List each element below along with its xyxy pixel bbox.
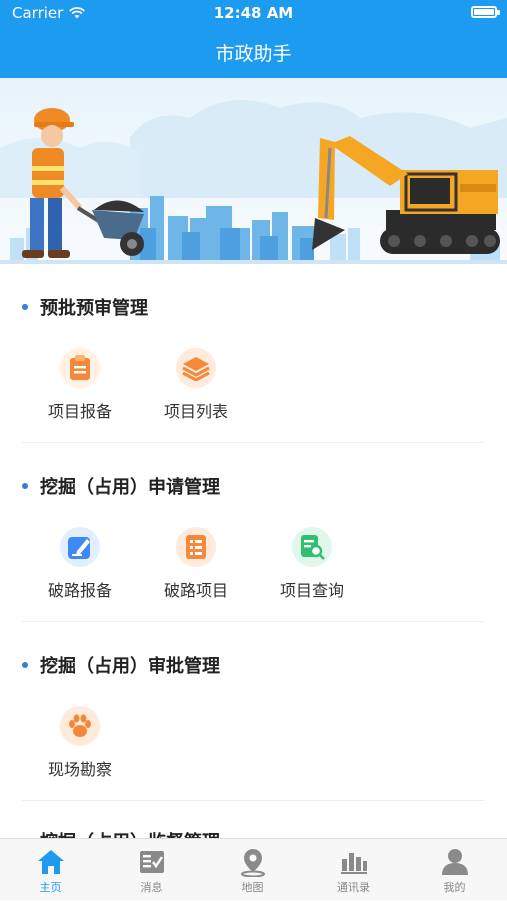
item-label: 项目查询 [279,581,344,600]
paw-icon [60,706,100,746]
main-content: 预批预审管理 项目报备 项目列表 挖掘（占用）申请管理 破路报备 破路项目 项目… [0,264,507,838]
tab-label: 地图 [241,881,264,894]
section-title: 预批预审管理 [22,292,148,322]
section-title: 挖掘（占用）监督管理 [22,826,220,838]
tab-bar: 主页 消息 地图 通讯录 我的 [0,838,507,900]
item-project-list[interactable]: 项目列表 [146,348,246,428]
item-label: 现场勘察 [47,760,112,779]
clipboard-icon [60,348,100,388]
tab-profile[interactable]: 我的 [404,839,505,901]
item-road-break-report[interactable]: 破路报备 [30,527,130,607]
tab-messages[interactable]: 消息 [101,839,202,901]
section-title: 挖掘（占用）申请管理 [22,471,220,501]
item-label: 破路报备 [47,581,112,600]
section-title-text: 挖掘（占用）申请管理 [40,477,220,498]
item-project-query[interactable]: 项目查询 [262,527,362,607]
tab-contacts[interactable]: 通讯录 [303,839,404,901]
tab-label: 我的 [443,881,466,894]
tab-home[interactable]: 主页 [0,839,101,901]
user-icon [442,849,468,875]
tab-map[interactable]: 地图 [202,839,303,901]
item-project-report[interactable]: 项目报备 [30,348,130,428]
item-site-survey[interactable]: 现场勘察 [30,706,130,786]
section-bullet [22,483,28,489]
section-title-text: 预批预审管理 [40,298,148,319]
section-title-text: 挖掘（占用）监督管理 [40,828,220,838]
page-title: 市政助手 [215,42,292,65]
status-time: 12:48 AM [213,4,294,22]
list-icon [176,527,216,567]
battery-icon [471,6,500,18]
status-bar: Carrier 12:48 AM [0,0,507,26]
item-road-break-project[interactable]: 破路项目 [146,527,246,607]
map-pin-icon [241,849,265,877]
section-title-text: 挖掘（占用）审批管理 [40,656,220,677]
message-icon [140,851,164,873]
edit-icon [60,527,100,567]
home-icon [38,850,64,874]
item-label: 项目报备 [47,402,112,421]
section-divider [22,621,485,622]
section-divider [22,442,485,443]
section-bullet [22,662,28,668]
tab-label: 通讯录 [337,881,370,894]
layers-icon [176,348,216,388]
section-bullet [22,304,28,310]
section-divider [22,800,485,801]
banner-image [0,78,507,264]
section-title: 挖掘（占用）审批管理 [22,650,220,680]
tab-label: 主页 [39,881,62,894]
item-label: 项目列表 [163,402,228,421]
nav-bar: 市政助手 [0,26,507,78]
construction-illustration [0,78,507,264]
document-search-icon [292,527,332,567]
item-label: 破路项目 [163,581,228,600]
tab-label: 消息 [140,881,163,894]
contacts-icon [341,853,367,874]
